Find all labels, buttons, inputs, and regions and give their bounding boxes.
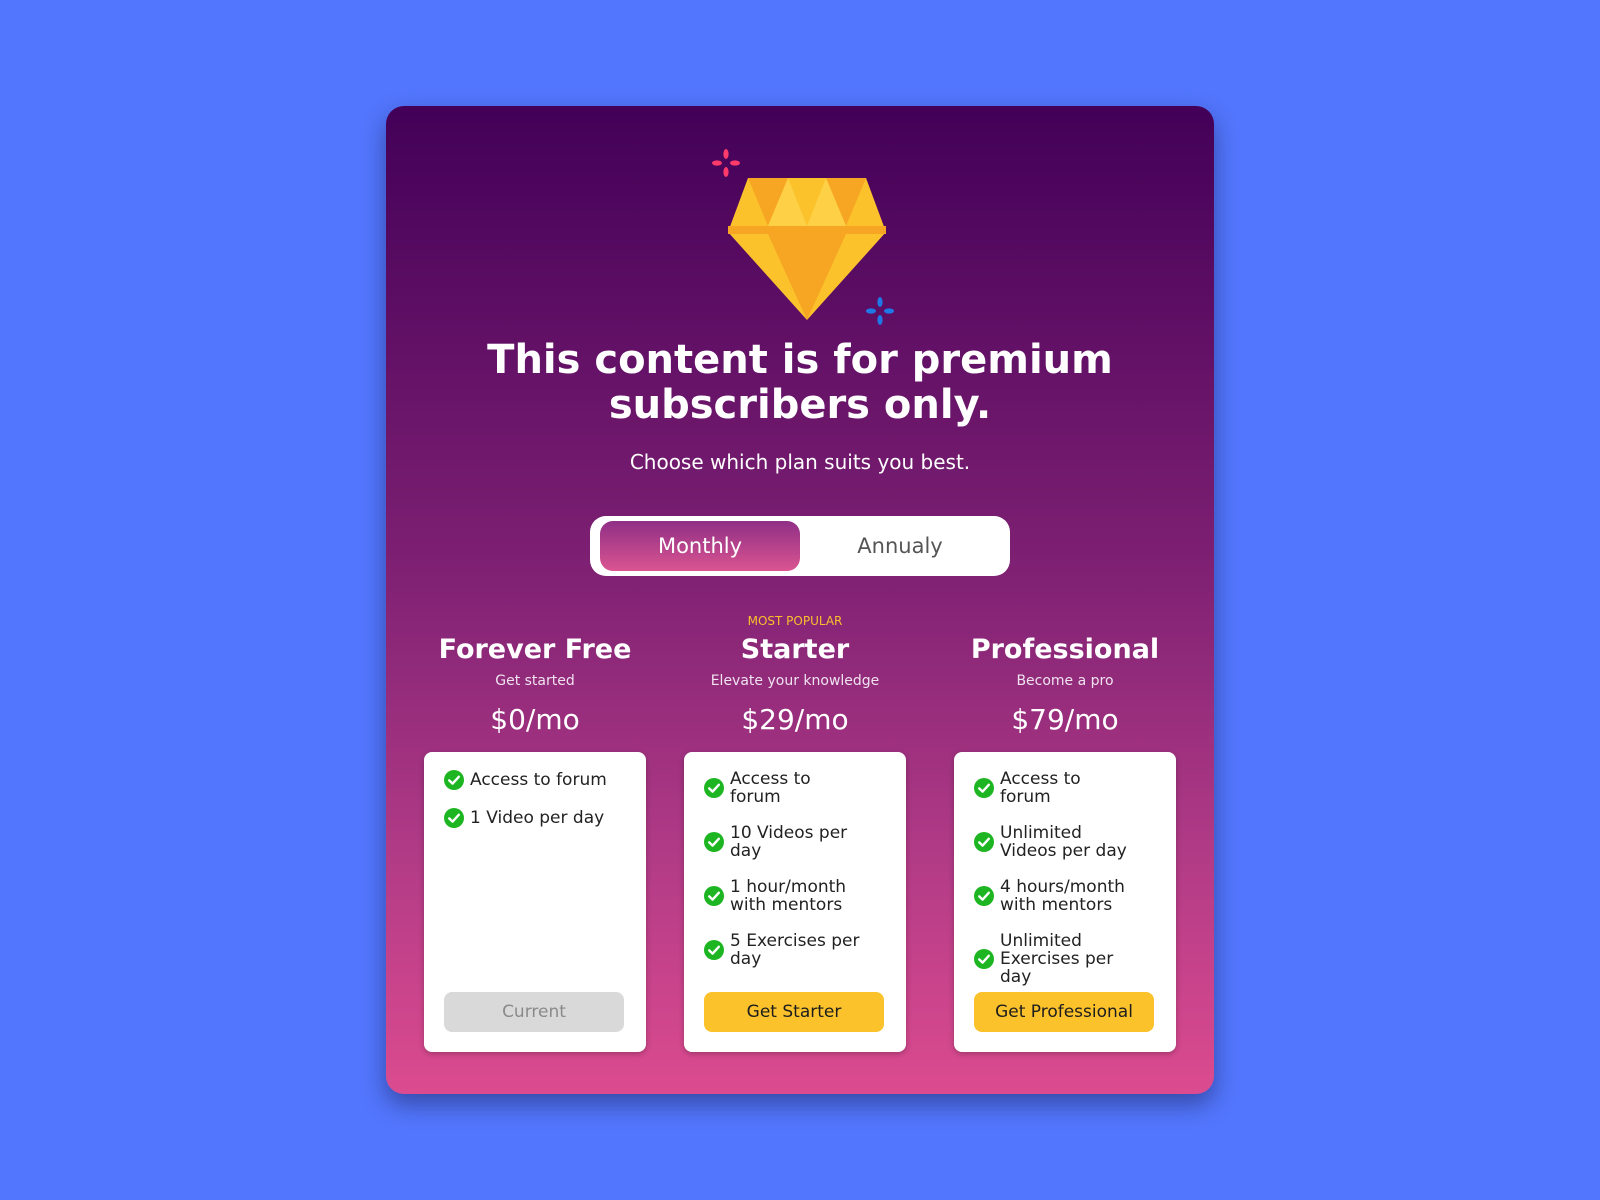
plan-tagline: Get started <box>495 673 575 689</box>
feature-item: 10 Videos per day <box>704 824 888 860</box>
sparkle-red-icon <box>712 149 740 177</box>
plan-price: $0/mo <box>490 703 580 736</box>
check-circle-icon <box>444 770 464 790</box>
feature-item: Access to forum <box>974 770 1158 806</box>
feature-item: Access to forum <box>704 770 888 806</box>
current-plan-button[interactable]: Current <box>444 992 624 1032</box>
feature-item: 5 Exercises per day <box>704 932 888 968</box>
feature-text: 10 Videos per day <box>730 823 848 861</box>
feature-text: Access to forum <box>470 770 607 790</box>
check-circle-icon <box>974 778 994 798</box>
feature-item: 1 Video per day <box>444 808 628 828</box>
plan-tagline: Elevate your knowledge <box>710 673 880 689</box>
title-line-1: This content is for premium <box>487 337 1113 383</box>
check-circle-icon <box>444 808 464 828</box>
feature-list: Access to forum 10 Videos per day 1 hour… <box>684 752 906 968</box>
get-starter-button[interactable]: Get Starter <box>704 992 884 1032</box>
diamond-icon <box>712 149 894 325</box>
feature-item: Access to forum <box>444 770 628 790</box>
plan-header-professional: Professional Become a pro $79/mo <box>954 606 1176 738</box>
plan-badge <box>954 612 1176 630</box>
plan-card-professional: Access to forum Unlimited Videos per day… <box>954 752 1176 1052</box>
feature-text: Access to forum <box>730 769 811 807</box>
toggle-monthly[interactable]: Monthly <box>600 521 800 571</box>
feature-text: 4 hours/month with mentors <box>1000 877 1125 915</box>
feature-text: 1 hour/month with mentors <box>730 877 847 915</box>
toggle-annually[interactable]: Annualy <box>800 521 1000 571</box>
plan-name: Starter <box>740 634 850 665</box>
feature-list: Access to forum Unlimited Videos per day… <box>954 752 1176 986</box>
feature-list: Access to forum 1 Video per day <box>424 752 646 828</box>
title-line-2: subscribers only. <box>608 382 992 428</box>
check-circle-icon <box>974 886 994 906</box>
plan-header-starter: MOST POPULAR Starter Elevate your knowle… <box>684 606 906 738</box>
premium-paywall-modal: This content is for premium subscribers … <box>386 106 1214 1094</box>
plan-price: $79/mo <box>1011 703 1119 736</box>
check-circle-icon <box>974 949 994 969</box>
feature-item: Unlimited Videos per day <box>974 824 1158 860</box>
feature-text: 5 Exercises per day <box>730 931 860 969</box>
get-professional-button[interactable]: Get Professional <box>974 992 1154 1032</box>
plan-badge <box>424 612 646 630</box>
check-circle-icon <box>704 778 724 798</box>
plan-card-free: Access to forum 1 Video per day Current <box>424 752 646 1052</box>
plan-header-free: Forever Free Get started $0/mo <box>424 606 646 738</box>
plan-name: Professional <box>970 634 1160 665</box>
sparkle-blue-icon <box>866 297 894 325</box>
feature-item: 1 hour/month with mentors <box>704 878 888 914</box>
plan-name: Forever Free <box>438 634 632 665</box>
check-circle-icon <box>974 832 994 852</box>
most-popular-badge: MOST POPULAR <box>747 614 843 628</box>
feature-text: 1 Video per day <box>470 808 605 828</box>
feature-text: Access to forum <box>1000 769 1081 807</box>
page-subtitle: Choose which plan suits you best. <box>629 450 971 474</box>
check-circle-icon <box>704 940 724 960</box>
plan-tagline: Become a pro <box>1016 673 1114 689</box>
feature-text: Unlimited Videos per day <box>1000 823 1127 861</box>
feature-item: 4 hours/month with mentors <box>974 878 1158 914</box>
check-circle-icon <box>704 886 724 906</box>
page-title: This content is for premium subscribers … <box>386 338 1214 428</box>
feature-item: Unlimited Exercises per day <box>974 932 1158 986</box>
plan-price: $29/mo <box>741 703 849 736</box>
plan-card-starter: Access to forum 10 Videos per day 1 hour… <box>684 752 906 1052</box>
billing-toggle: Monthly Annualy <box>590 516 1010 576</box>
check-circle-icon <box>704 832 724 852</box>
feature-text: Unlimited Exercises per day <box>1000 931 1114 987</box>
